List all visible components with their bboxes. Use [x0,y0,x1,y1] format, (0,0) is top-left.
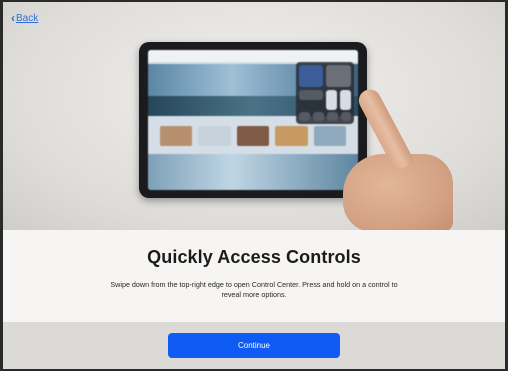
back-button[interactable]: ‹ Back [11,12,38,24]
page-description: Swipe down from the top-right edge to op… [110,280,398,299]
ipad-illustration [139,42,367,198]
footer: Continue [3,322,505,369]
chevron-left-icon: ‹ [11,11,15,25]
onboarding-screen: ‹ Back Quickly Access Controls Swipe dow… [3,2,505,369]
page-title: Quickly Access Controls [147,247,361,267]
info-panel: Quickly Access Controls Swipe down from … [3,230,505,322]
back-label: Back [16,12,39,24]
control-center-illustration [296,62,354,124]
continue-button[interactable]: Continue [168,333,340,358]
ipad-screen-image [148,50,358,190]
illustration-area: ‹ Back [3,2,505,232]
